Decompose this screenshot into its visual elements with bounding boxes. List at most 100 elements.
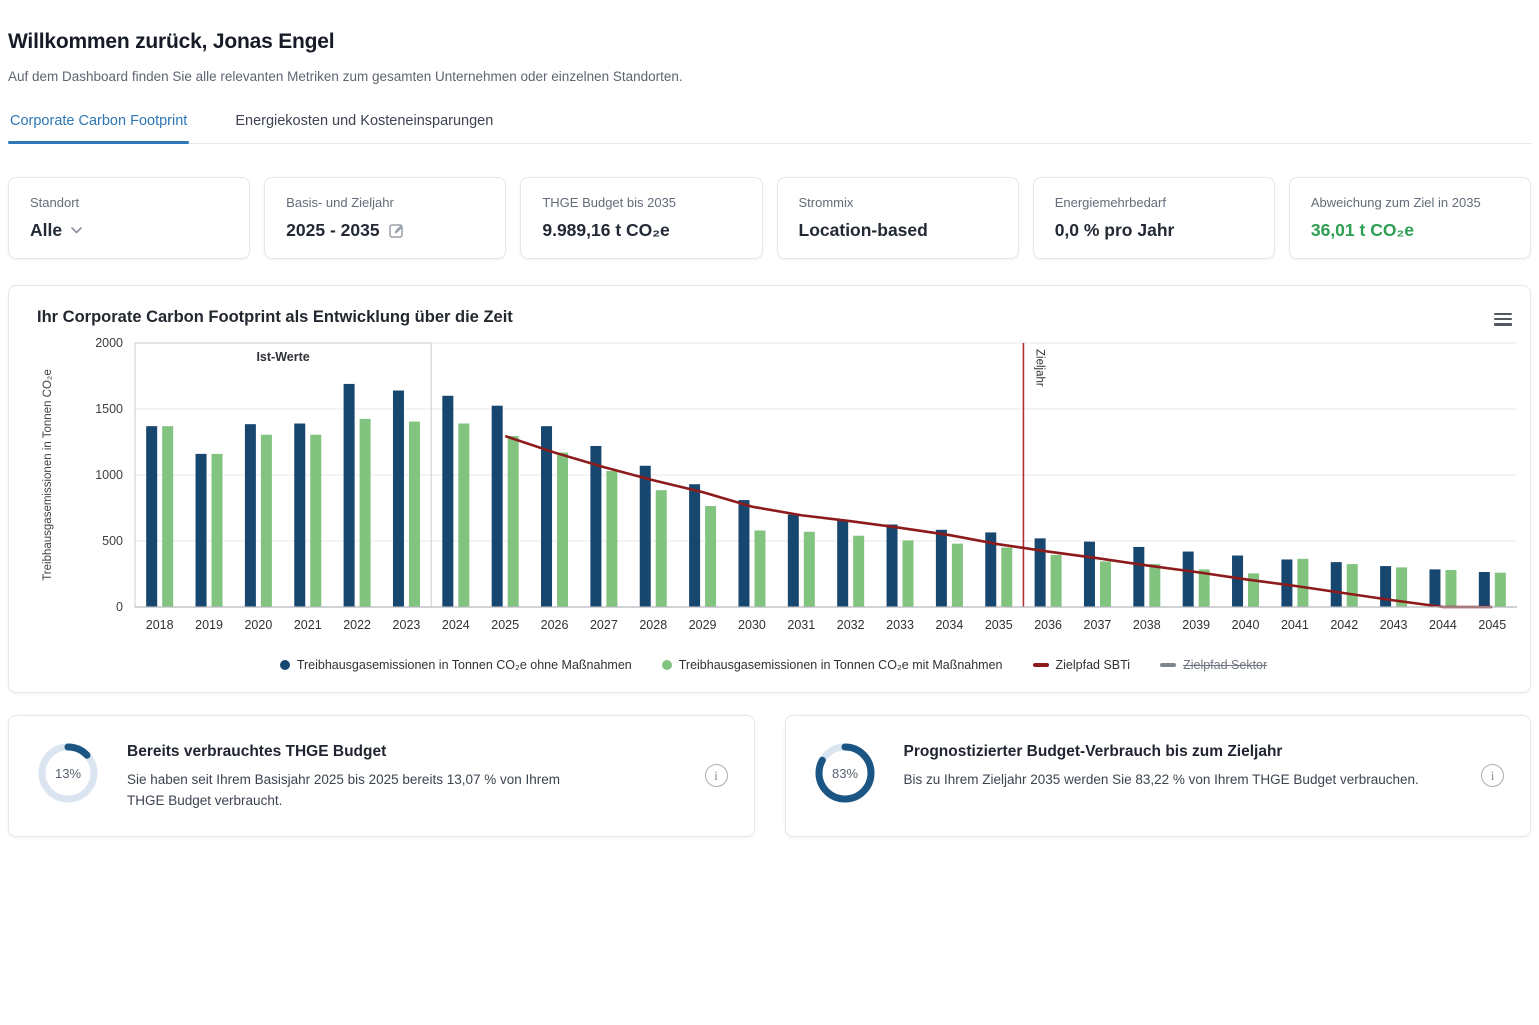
legend-marker-icon: [1033, 663, 1049, 666]
x-tick-2023: 2023: [393, 618, 421, 632]
bar-mit-2044: [1445, 570, 1456, 607]
x-tick-2044: 2044: [1429, 618, 1457, 632]
x-tick-2038: 2038: [1133, 618, 1161, 632]
bar-mit-2023: [409, 422, 420, 607]
legend-marker-icon: [662, 660, 672, 670]
x-tick-2028: 2028: [639, 618, 667, 632]
bar-mit-2031: [804, 532, 815, 607]
bar-mit-2026: [557, 453, 568, 607]
chart-menu-icon[interactable]: [1492, 308, 1514, 330]
legend-label: Treibhausgasemissionen in Tonnen CO₂e oh…: [297, 658, 632, 672]
bar-ohne-2028: [640, 466, 651, 607]
legend-marker-icon: [1160, 663, 1176, 666]
metric-value-standort[interactable]: Alle: [30, 220, 62, 241]
metric-card-thge-budget: THGE Budget bis 2035 9.989,16 t CO₂e: [520, 177, 762, 259]
y-axis-title: Treibhausgasemissionen in Tonnen CO₂e: [42, 369, 54, 581]
metric-label: Abweichung zum Ziel in 2035: [1311, 195, 1509, 210]
x-tick-2027: 2027: [590, 618, 618, 632]
bar-ohne-2020: [245, 424, 256, 607]
x-tick-2041: 2041: [1281, 618, 1309, 632]
budget-card-consumed: 13% Bereits verbrauchtes THGE Budget Sie…: [8, 715, 755, 837]
bar-ohne-2019: [196, 454, 207, 607]
bar-ohne-2030: [738, 500, 749, 607]
edit-icon[interactable]: [389, 223, 405, 239]
budget-card-row: 13% Bereits verbrauchtes THGE Budget Sie…: [8, 715, 1531, 837]
x-tick-2022: 2022: [343, 618, 371, 632]
bar-ohne-2025: [492, 406, 503, 607]
tab-energiekosten[interactable]: Energiekosten und Kosteneinsparungen: [233, 111, 495, 143]
metric-card-basis-zieljahr: Basis- und Zieljahr 2025 - 2035: [264, 177, 506, 259]
metric-card-abweichung: Abweichung zum Ziel in 2035 36,01 t CO₂e: [1289, 177, 1531, 259]
bar-mit-2029: [705, 506, 716, 607]
metric-label: Energiemehrbedarf: [1055, 195, 1253, 210]
legend-item-zielpfad-sbti[interactable]: Zielpfad SBTi: [1033, 658, 1131, 672]
zieljahr-label: Zieljahr: [1033, 349, 1045, 387]
budget-card-forecast: 83% Prognostizierter Budget-Verbrauch bi…: [785, 715, 1532, 837]
bar-ohne-2032: [837, 520, 848, 607]
x-tick-2033: 2033: [886, 618, 914, 632]
bar-mit-2024: [458, 424, 469, 607]
bar-ohne-2018: [146, 426, 157, 607]
y-tick-1000: 1000: [95, 468, 123, 482]
metric-value-strommix: Location-based: [799, 220, 928, 241]
bar-ohne-2021: [294, 424, 305, 607]
bar-mit-2027: [606, 471, 617, 607]
donut-forecast: 83%: [812, 740, 878, 811]
bar-mit-2030: [754, 530, 765, 607]
info-icon[interactable]: i: [705, 764, 728, 787]
x-tick-2039: 2039: [1182, 618, 1210, 632]
bar-ohne-2023: [393, 391, 404, 607]
bar-mit-2040: [1248, 573, 1259, 607]
budget-card-title: Prognostizierter Budget-Verbrauch bis zu…: [904, 743, 1456, 761]
metric-card-row: Standort Alle Basis- und Zieljahr 2025 -…: [8, 177, 1531, 259]
x-tick-2034: 2034: [935, 618, 963, 632]
budget-card-title: Bereits verbrauchtes THGE Budget: [127, 743, 679, 761]
info-icon[interactable]: i: [1481, 764, 1504, 787]
x-tick-2018: 2018: [146, 618, 174, 632]
legend-item-mit-massnahmen[interactable]: Treibhausgasemissionen in Tonnen CO₂e mi…: [662, 658, 1003, 672]
zielpfad-sbti-line: [505, 436, 1492, 607]
bar-ohne-2031: [788, 515, 799, 607]
legend-marker-icon: [280, 660, 290, 670]
x-tick-2035: 2035: [985, 618, 1013, 632]
legend-label: Zielpfad SBTi: [1056, 658, 1131, 672]
metric-value-thge-budget: 9.989,16 t CO₂e: [542, 220, 669, 241]
metric-label: THGE Budget bis 2035: [542, 195, 740, 210]
bar-mit-2021: [310, 435, 321, 607]
metric-value-basis-zieljahr: 2025 - 2035: [286, 220, 379, 241]
bar-mit-2022: [360, 419, 371, 607]
x-tick-2036: 2036: [1034, 618, 1062, 632]
metric-value-deviation: 36,01 t CO₂e: [1311, 220, 1414, 241]
bar-mit-2036: [1051, 555, 1062, 607]
budget-card-description: Sie haben seit Ihrem Basisjahr 2025 bis …: [127, 770, 575, 812]
bar-mit-2041: [1297, 559, 1308, 607]
legend-label: Zielpfad Sektor: [1183, 658, 1267, 672]
bar-ohne-2027: [590, 446, 601, 607]
metric-card-standort[interactable]: Standort Alle: [8, 177, 250, 259]
x-tick-2019: 2019: [195, 618, 223, 632]
bar-ohne-2042: [1331, 562, 1342, 607]
metric-label: Standort: [30, 195, 228, 210]
x-tick-2043: 2043: [1380, 618, 1408, 632]
tab-corporate-carbon-footprint[interactable]: Corporate Carbon Footprint: [8, 111, 189, 143]
bar-mit-2028: [656, 490, 667, 607]
donut-percent-label: 13%: [55, 766, 81, 781]
bar-mit-2019: [212, 454, 223, 607]
x-tick-2042: 2042: [1330, 618, 1358, 632]
donut-consumed: 13%: [35, 740, 101, 811]
legend-item-zielpfad-sektor[interactable]: Zielpfad Sektor: [1160, 658, 1267, 672]
donut-percent-label: 83%: [831, 766, 857, 781]
y-tick-500: 500: [102, 534, 123, 548]
chevron-down-icon[interactable]: [71, 227, 82, 234]
ist-werte-label: Ist-Werte: [256, 350, 309, 364]
x-tick-2032: 2032: [837, 618, 865, 632]
page-subtitle: Auf dem Dashboard finden Sie alle releva…: [8, 69, 1531, 84]
legend-item-ohne-massnahmen[interactable]: Treibhausgasemissionen in Tonnen CO₂e oh…: [280, 658, 632, 672]
bar-ohne-2033: [887, 525, 898, 608]
carbon-chart-svg: 0500100015002000Ist-WerteZieljahr2018201…: [35, 331, 1523, 647]
y-tick-0: 0: [116, 600, 123, 614]
metric-card-energiemehrbedarf: Energiemehrbedarf 0,0 % pro Jahr: [1033, 177, 1275, 259]
x-tick-2030: 2030: [738, 618, 766, 632]
metric-card-strommix: Strommix Location-based: [777, 177, 1019, 259]
chart-title: Ihr Corporate Carbon Footprint als Entwi…: [37, 308, 1512, 327]
